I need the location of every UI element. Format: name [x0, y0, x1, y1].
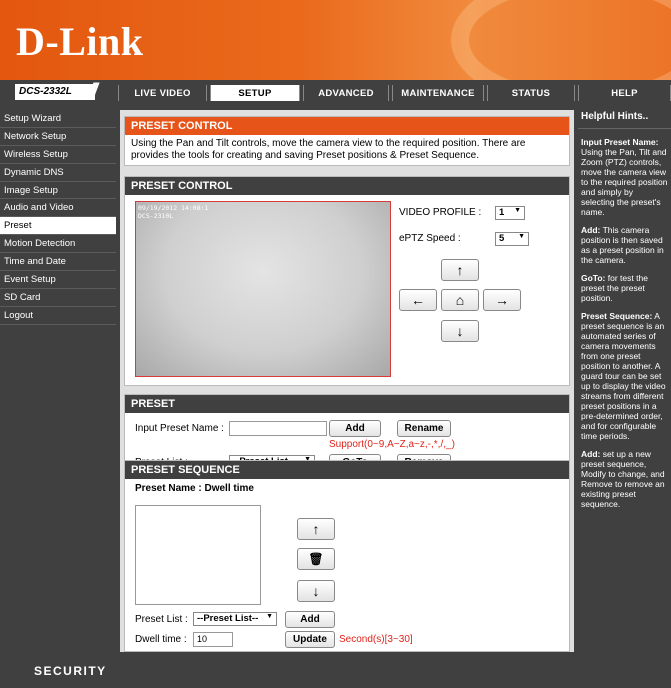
dwell-time-label: Dwell time : — [135, 634, 187, 645]
sequence-list-select[interactable]: --Preset List-- ▼ — [193, 612, 277, 626]
sequence-delete-button[interactable]: 🗑 — [297, 548, 335, 570]
help-paragraph: Preset Sequence: A preset sequence is an… — [578, 311, 671, 441]
video-profile-select[interactable]: 1 ▼ — [495, 206, 525, 220]
intro-title: PRESET CONTROL — [125, 117, 569, 135]
sequence-title: PRESET SEQUENCE — [125, 461, 569, 479]
sidebar-item-wireless-setup[interactable]: Wireless Setup — [0, 146, 116, 164]
footer-security-label: SECURITY — [34, 664, 107, 678]
help-heading: Add: — [581, 449, 601, 459]
sidebar-item-event-setup[interactable]: Event Setup — [0, 271, 116, 289]
tab-advanced[interactable]: ADVANCED — [303, 85, 389, 101]
pan-home-button[interactable]: ⌂ — [441, 289, 479, 311]
eptz-speed-label: ePTZ Speed : — [399, 233, 461, 244]
video-profile-value: 1 — [499, 207, 505, 218]
chevron-down-icon: ▼ — [514, 207, 521, 214]
sidebar-item-time-date[interactable]: Time and Date — [0, 253, 116, 272]
pan-up-button[interactable]: ↑ — [441, 259, 479, 281]
preset-name-input[interactable] — [229, 421, 327, 436]
preset-support-hint: Support(0~9,A~Z,a~z,-,*,/,_) — [329, 439, 455, 450]
main-content: PRESET CONTROL Using the Pan and Tilt co… — [120, 110, 574, 687]
sequence-down-button[interactable]: ↓ — [297, 580, 335, 602]
camera-video-view: 09/19/2012 14:08:1 DCS-2310L — [135, 201, 391, 377]
help-heading: GoTo: — [581, 273, 606, 283]
sidebar-item-image-setup[interactable]: Image Setup — [0, 182, 116, 200]
model-label: DCS-2332L — [15, 84, 95, 100]
help-panel: Helpful Hints.. Input Preset Name: Using… — [578, 110, 671, 687]
help-paragraph: Add: set up a new preset sequence, Modif… — [578, 449, 671, 509]
tab-live-video[interactable]: LIVE VIDEO — [118, 85, 207, 101]
video-profile-label: VIDEO PROFILE : — [399, 207, 482, 218]
control-title: PRESET CONTROL — [125, 177, 569, 195]
pan-down-button[interactable]: ↓ — [441, 320, 479, 342]
help-heading: Add: — [581, 225, 601, 235]
help-paragraph: Add: This camera position is then saved … — [578, 225, 671, 265]
eptz-speed-select[interactable]: 5 ▼ — [495, 232, 529, 246]
sidebar-item-network-setup[interactable]: Network Setup — [0, 128, 116, 146]
preset-sequence-panel: PRESET SEQUENCE Preset Name : Dwell time… — [124, 460, 570, 652]
sidebar: Setup Wizard Network Setup Wireless Setu… — [0, 110, 116, 688]
sequence-list-label: Preset List : — [135, 614, 188, 625]
header-swoosh — [451, 0, 671, 80]
sidebar-item-audio-video[interactable]: Audio and Video — [0, 199, 116, 218]
help-text: A preset sequence is an automated series… — [581, 311, 666, 441]
help-heading: Preset Sequence: — [581, 311, 653, 321]
tab-setup[interactable]: SETUP — [210, 85, 300, 101]
help-title: Helpful Hints.. — [578, 110, 671, 129]
preset-add-button[interactable]: Add — [329, 420, 381, 437]
sequence-header: Preset Name : Dwell time — [135, 483, 254, 494]
sidebar-item-dynamic-dns[interactable]: Dynamic DNS — [0, 164, 116, 182]
intro-panel: PRESET CONTROL Using the Pan and Tilt co… — [124, 116, 570, 166]
intro-text: Using the Pan and Tilt controls, move th… — [131, 138, 526, 161]
preset-rename-button[interactable]: Rename — [397, 420, 451, 437]
sequence-add-button[interactable]: Add — [285, 611, 335, 628]
chevron-down-icon: ▼ — [266, 613, 273, 620]
eptz-speed-value: 5 — [499, 233, 505, 244]
nav-divider-icon: /// — [89, 80, 98, 100]
video-timestamp: 09/19/2012 14:08:1 DCS-2310L — [138, 204, 209, 220]
tab-help[interactable]: HELP — [578, 85, 671, 101]
update-button[interactable]: Update — [285, 631, 335, 648]
chevron-down-icon: ▼ — [518, 233, 525, 240]
dwell-time-input[interactable]: 10 — [193, 632, 233, 647]
help-heading: Input Preset Name: — [581, 137, 659, 147]
sequence-list-value: --Preset List-- — [197, 613, 259, 624]
dwell-time-hint: Second(s)[3~30] — [339, 634, 413, 645]
pan-left-button[interactable]: ← — [399, 289, 437, 311]
sequence-list[interactable] — [135, 505, 261, 605]
trash-icon: 🗑 — [308, 552, 324, 566]
sidebar-item-sd-card[interactable]: SD Card — [0, 289, 116, 307]
sidebar-item-setup-wizard[interactable]: Setup Wizard — [0, 110, 116, 128]
sidebar-item-logout[interactable]: Logout — [0, 307, 116, 325]
preset-title: PRESET — [125, 395, 569, 413]
header-banner: D-Link — [0, 0, 671, 80]
tab-status[interactable]: STATUS — [487, 85, 575, 101]
preset-control-panel: PRESET CONTROL 09/19/2012 14:08:1 DCS-23… — [124, 176, 570, 386]
dlink-logo: D-Link — [16, 19, 144, 64]
help-paragraph: Input Preset Name: Using the Pan, Tilt a… — [578, 137, 671, 217]
help-paragraph: GoTo: for test the preset the preset pos… — [578, 273, 671, 303]
footer: SECURITY — [0, 652, 671, 688]
sequence-up-button[interactable]: ↑ — [297, 518, 335, 540]
sidebar-item-preset[interactable]: Preset — [0, 217, 116, 236]
sidebar-item-motion-detection[interactable]: Motion Detection — [0, 235, 116, 254]
pan-right-button[interactable]: → — [483, 289, 521, 311]
preset-name-label: Input Preset Name : — [135, 423, 224, 434]
help-text: Using the Pan, Tilt and Zoom (PTZ) contr… — [581, 147, 668, 217]
tab-maintenance[interactable]: MAINTENANCE — [392, 85, 484, 101]
